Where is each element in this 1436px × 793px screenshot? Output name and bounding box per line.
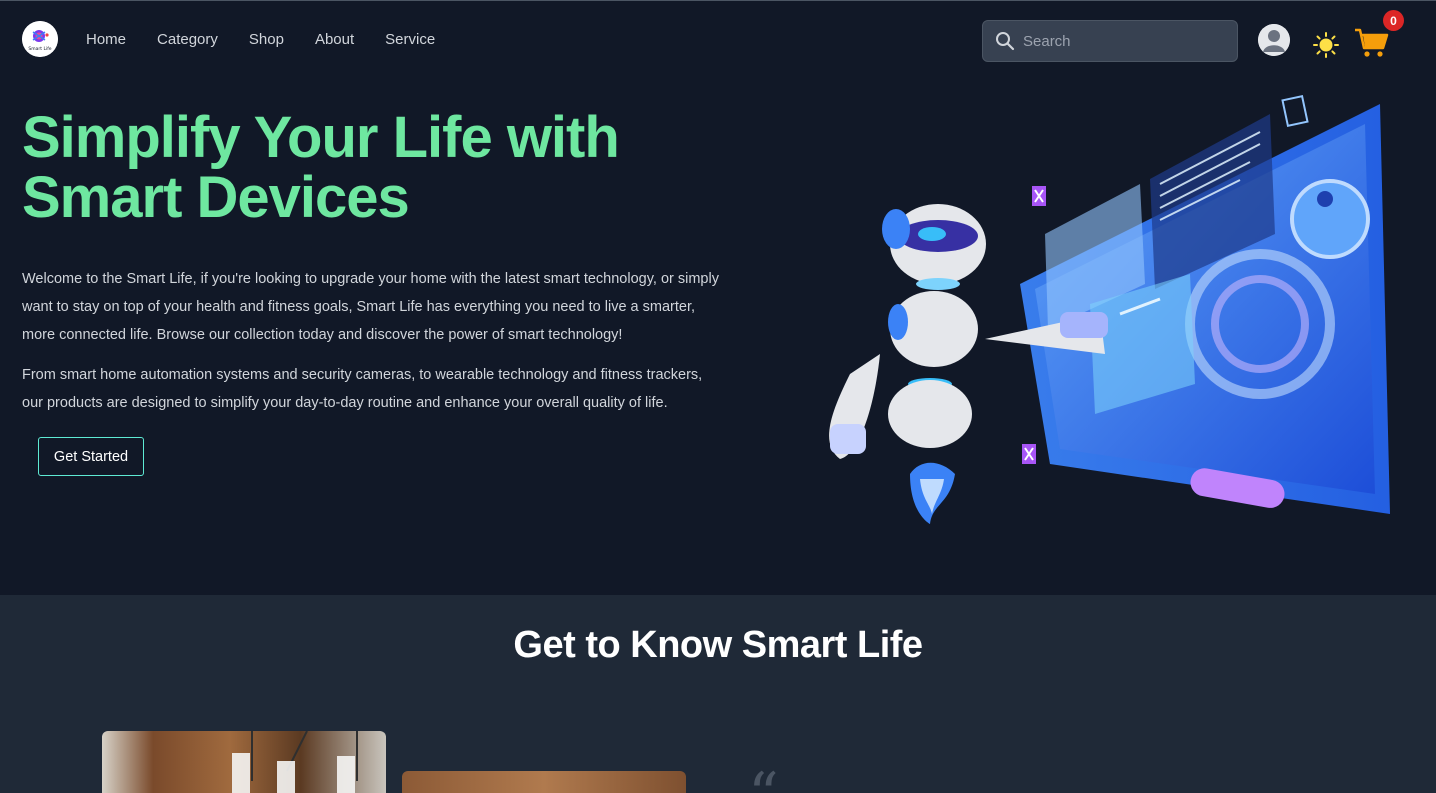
- logo-text: Smart Life: [28, 46, 51, 52]
- search-box[interactable]: [982, 20, 1238, 62]
- nav-link-home[interactable]: Home: [86, 31, 126, 49]
- nav-link-service[interactable]: Service: [385, 31, 435, 49]
- logo-icon: Smart Life: [22, 21, 58, 57]
- hero-paragraph-2: From smart home automation systems and s…: [22, 367, 703, 411]
- search-input[interactable]: [1023, 32, 1223, 50]
- nav-link-category[interactable]: Category: [157, 31, 218, 49]
- logo[interactable]: Smart Life: [22, 21, 58, 57]
- about-title: Get to Know Smart Life: [513, 624, 923, 666]
- get-started-button[interactable]: Get Started: [38, 437, 144, 476]
- quote-icon: “: [748, 765, 779, 793]
- nav-link-about[interactable]: About: [315, 31, 354, 49]
- search-icon: [996, 32, 1015, 51]
- navbar: Smart Life Home Category Shop About Serv…: [0, 1, 1436, 79]
- about-section: Get to Know Smart Life “: [0, 595, 1436, 793]
- cart-count-badge: 0: [1383, 10, 1404, 31]
- nav-links: Home Category Shop About Service: [86, 31, 466, 49]
- cart-icon[interactable]: [1354, 27, 1390, 59]
- hero-paragraph-1: Welcome to the Smart Life, if you're loo…: [22, 271, 719, 343]
- sun-icon[interactable]: [1313, 32, 1339, 58]
- robot-illustration: [820, 84, 1410, 554]
- product-photo-1: [102, 731, 386, 793]
- user-avatar-icon[interactable]: [1258, 24, 1290, 56]
- hero-title: Simplify Your Life with Smart Devices: [22, 105, 620, 230]
- product-photo-2: [402, 771, 686, 793]
- nav-link-shop[interactable]: Shop: [249, 31, 284, 49]
